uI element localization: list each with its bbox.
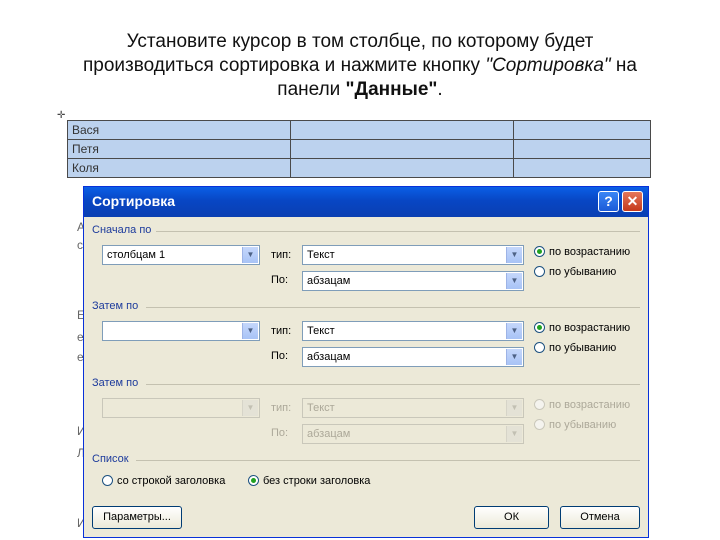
then-by-1-descending-radio[interactable]: по убыванию bbox=[534, 342, 616, 354]
table-cell[interactable] bbox=[290, 139, 514, 159]
first-by-ascending-radio[interactable]: по возрастанию bbox=[534, 246, 630, 258]
radio-label: по возрастанию bbox=[549, 246, 631, 258]
help-button[interactable]: ? bbox=[598, 191, 619, 212]
type-label: тип: bbox=[271, 402, 292, 414]
caption-line-3: панели "Данные". bbox=[20, 78, 700, 102]
radio-disabled-icon bbox=[534, 419, 545, 430]
selected-value: абзацам bbox=[307, 275, 351, 287]
radio-label: по возрастанию bbox=[549, 322, 631, 334]
chevron-down-icon[interactable]: ▼ bbox=[506, 323, 522, 339]
table-row: Петя bbox=[67, 139, 651, 159]
group-first-by-label: Сначала по bbox=[92, 224, 152, 236]
type-label: тип: bbox=[271, 249, 292, 261]
instruction-caption: Установите курсор в том столбце, по кото… bbox=[20, 30, 700, 102]
chevron-down-icon[interactable]: ▼ bbox=[506, 247, 522, 263]
caption-line-1: Установите курсор в том столбце, по кото… bbox=[126, 31, 594, 52]
caption-line-2: производиться сортировка и нажмите кнопк… bbox=[20, 54, 700, 78]
first-by-by-select[interactable]: абзацам ▼ bbox=[302, 271, 524, 291]
chevron-down-icon[interactable]: ▼ bbox=[506, 349, 522, 365]
by-label: По: bbox=[271, 427, 289, 439]
group-divider bbox=[146, 384, 640, 385]
radio-selected-icon bbox=[534, 322, 545, 333]
options-button[interactable]: Параметры... bbox=[92, 506, 182, 529]
cancel-button[interactable]: Отмена bbox=[560, 506, 640, 529]
first-by-field-select[interactable]: столбцам 1 ▼ bbox=[102, 245, 260, 265]
group-then-by-1-label: Затем по bbox=[92, 300, 139, 312]
ok-button[interactable]: ОК bbox=[474, 506, 549, 529]
radio-selected-icon bbox=[534, 246, 545, 257]
table-cell[interactable] bbox=[290, 120, 514, 140]
table-cell[interactable] bbox=[290, 158, 514, 178]
selected-value: Текст bbox=[307, 402, 335, 414]
group-then-by-2-label: Затем по bbox=[92, 377, 139, 389]
table-row: Вася bbox=[67, 120, 651, 140]
names-table: Вася Петя Коля bbox=[67, 120, 651, 178]
table-cell[interactable] bbox=[513, 158, 651, 178]
chevron-down-icon: ▼ bbox=[242, 400, 258, 416]
by-label: По: bbox=[271, 274, 289, 286]
radio-label: по убыванию bbox=[549, 419, 617, 431]
sort-dialog: Сортировка ? ✕ Сначала по столбцам 1 ▼ т… bbox=[83, 186, 649, 538]
then-by-2-type-select: Текст ▼ bbox=[302, 398, 524, 418]
radio-selected-icon bbox=[248, 475, 259, 486]
caption-bold-panel-name: "Данные" bbox=[345, 79, 438, 100]
then-by-2-ascending-radio: по возрастанию bbox=[534, 399, 630, 411]
group-list-label: Список bbox=[92, 453, 129, 465]
radio-label: без строки заголовка bbox=[263, 475, 371, 487]
then-by-2-by-select: абзацам ▼ bbox=[302, 424, 524, 444]
caption-text: . bbox=[437, 79, 443, 100]
by-label: По: bbox=[271, 350, 289, 362]
table-cell[interactable]: Коля bbox=[67, 158, 291, 178]
then-by-2-field-select: ▼ bbox=[102, 398, 260, 418]
chevron-down-icon: ▼ bbox=[506, 426, 522, 442]
selected-value: Текст bbox=[307, 325, 335, 337]
chevron-down-icon[interactable]: ▼ bbox=[506, 273, 522, 289]
table-cell[interactable]: Петя bbox=[67, 139, 291, 159]
dialog-title: Сортировка bbox=[92, 193, 175, 209]
then-by-1-ascending-radio[interactable]: по возрастанию bbox=[534, 322, 630, 334]
chevron-down-icon: ▼ bbox=[506, 400, 522, 416]
caption-text: панели bbox=[277, 79, 346, 100]
then-by-1-field-select[interactable]: ▼ bbox=[102, 321, 260, 341]
table-move-handle-icon[interactable]: ✛ bbox=[57, 110, 65, 121]
radio-label: по убыванию bbox=[549, 342, 617, 354]
caption-quoted-button-name: "Сортировка" bbox=[485, 55, 611, 76]
radio-label: по убыванию bbox=[549, 266, 617, 278]
caption-text: производиться сортировка и нажмите кнопк… bbox=[82, 55, 486, 76]
group-divider bbox=[136, 460, 640, 461]
first-by-descending-radio[interactable]: по убыванию bbox=[534, 266, 616, 278]
group-divider bbox=[146, 307, 640, 308]
table-cell[interactable] bbox=[513, 120, 651, 140]
table-cell[interactable] bbox=[513, 139, 651, 159]
table-row: Коля bbox=[67, 158, 651, 178]
then-by-1-type-select[interactable]: Текст ▼ bbox=[302, 321, 524, 341]
table-cell[interactable]: Вася bbox=[67, 120, 291, 140]
selected-value: столбцам 1 bbox=[107, 249, 166, 261]
chevron-down-icon[interactable]: ▼ bbox=[242, 323, 258, 339]
caption-text: на bbox=[610, 55, 637, 76]
type-label: тип: bbox=[271, 325, 292, 337]
without-header-row-radio[interactable]: без строки заголовка bbox=[248, 475, 370, 487]
radio-empty-icon bbox=[534, 266, 545, 277]
then-by-2-descending-radio: по убыванию bbox=[534, 419, 616, 431]
selected-value: абзацам bbox=[307, 428, 351, 440]
close-button[interactable]: ✕ bbox=[622, 191, 643, 212]
with-header-row-radio[interactable]: со строкой заголовка bbox=[102, 475, 225, 487]
radio-label: по возрастанию bbox=[549, 399, 631, 411]
then-by-1-by-select[interactable]: абзацам ▼ bbox=[302, 347, 524, 367]
radio-empty-icon bbox=[534, 342, 545, 353]
first-by-type-select[interactable]: Текст ▼ bbox=[302, 245, 524, 265]
dialog-titlebar[interactable]: Сортировка ? ✕ bbox=[84, 187, 648, 217]
group-divider bbox=[156, 231, 640, 232]
selected-value: Текст bbox=[307, 249, 335, 261]
radio-disabled-icon bbox=[534, 399, 545, 410]
radio-label: со строкой заголовка bbox=[117, 475, 226, 487]
chevron-down-icon[interactable]: ▼ bbox=[242, 247, 258, 263]
selected-value: абзацам bbox=[307, 351, 351, 363]
radio-empty-icon bbox=[102, 475, 113, 486]
